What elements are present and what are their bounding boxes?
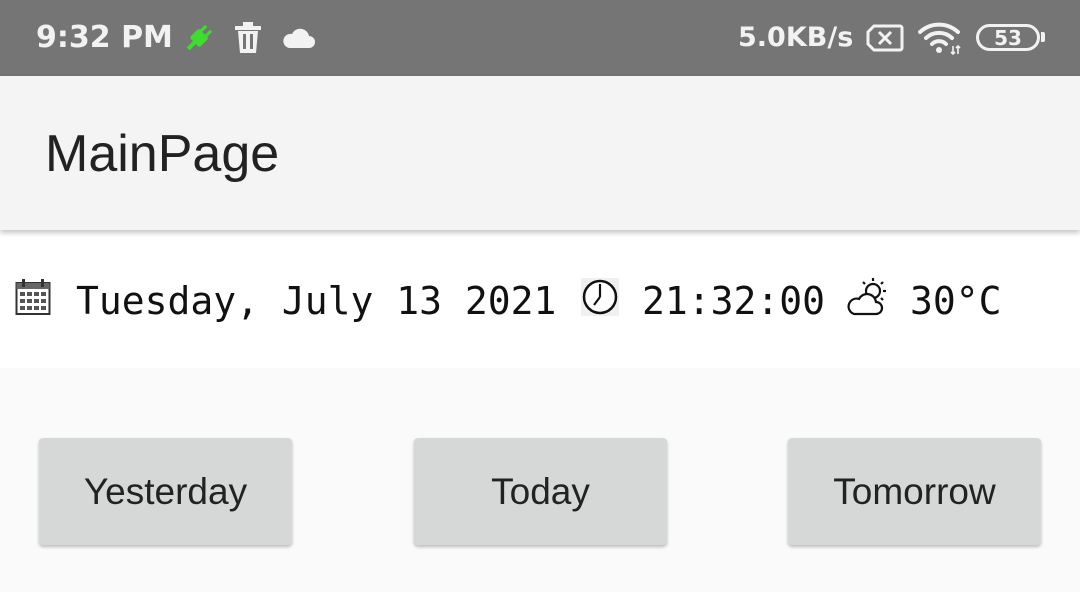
partly-cloudy-icon bbox=[847, 278, 886, 316]
yesterday-button[interactable]: Yesterday bbox=[39, 438, 292, 545]
page-title: MainPage bbox=[45, 125, 280, 183]
trash-icon bbox=[235, 22, 261, 53]
calendar-icon bbox=[15, 279, 51, 315]
usb-plug-icon bbox=[186, 24, 213, 51]
network-speed: 5.0KB/s bbox=[738, 22, 854, 53]
status-bar: 9:32 PM 5.0KB/s 53 bbox=[0, 0, 1080, 76]
battery-tip bbox=[1041, 32, 1045, 42]
no-sim-icon bbox=[866, 24, 904, 52]
battery-icon: 53 bbox=[976, 24, 1040, 51]
today-button[interactable]: Today bbox=[414, 438, 667, 545]
tomorrow-button[interactable]: Tomorrow bbox=[788, 438, 1041, 545]
time-text: 21:32:00 bbox=[642, 279, 826, 323]
battery-level: 53 bbox=[994, 25, 1022, 50]
app-bar: MainPage bbox=[0, 76, 1080, 230]
status-time: 9:32 PM bbox=[36, 20, 173, 55]
temperature-text: 30°C bbox=[910, 279, 1002, 323]
wifi-icon bbox=[918, 22, 961, 56]
cloud-icon bbox=[283, 28, 315, 48]
clock-icon bbox=[581, 278, 619, 316]
date-text: Tuesday, July 13 2021 bbox=[76, 279, 557, 323]
date-time-weather-row: Tuesday, July 13 2021 21:32:00 30°C bbox=[0, 230, 1080, 368]
